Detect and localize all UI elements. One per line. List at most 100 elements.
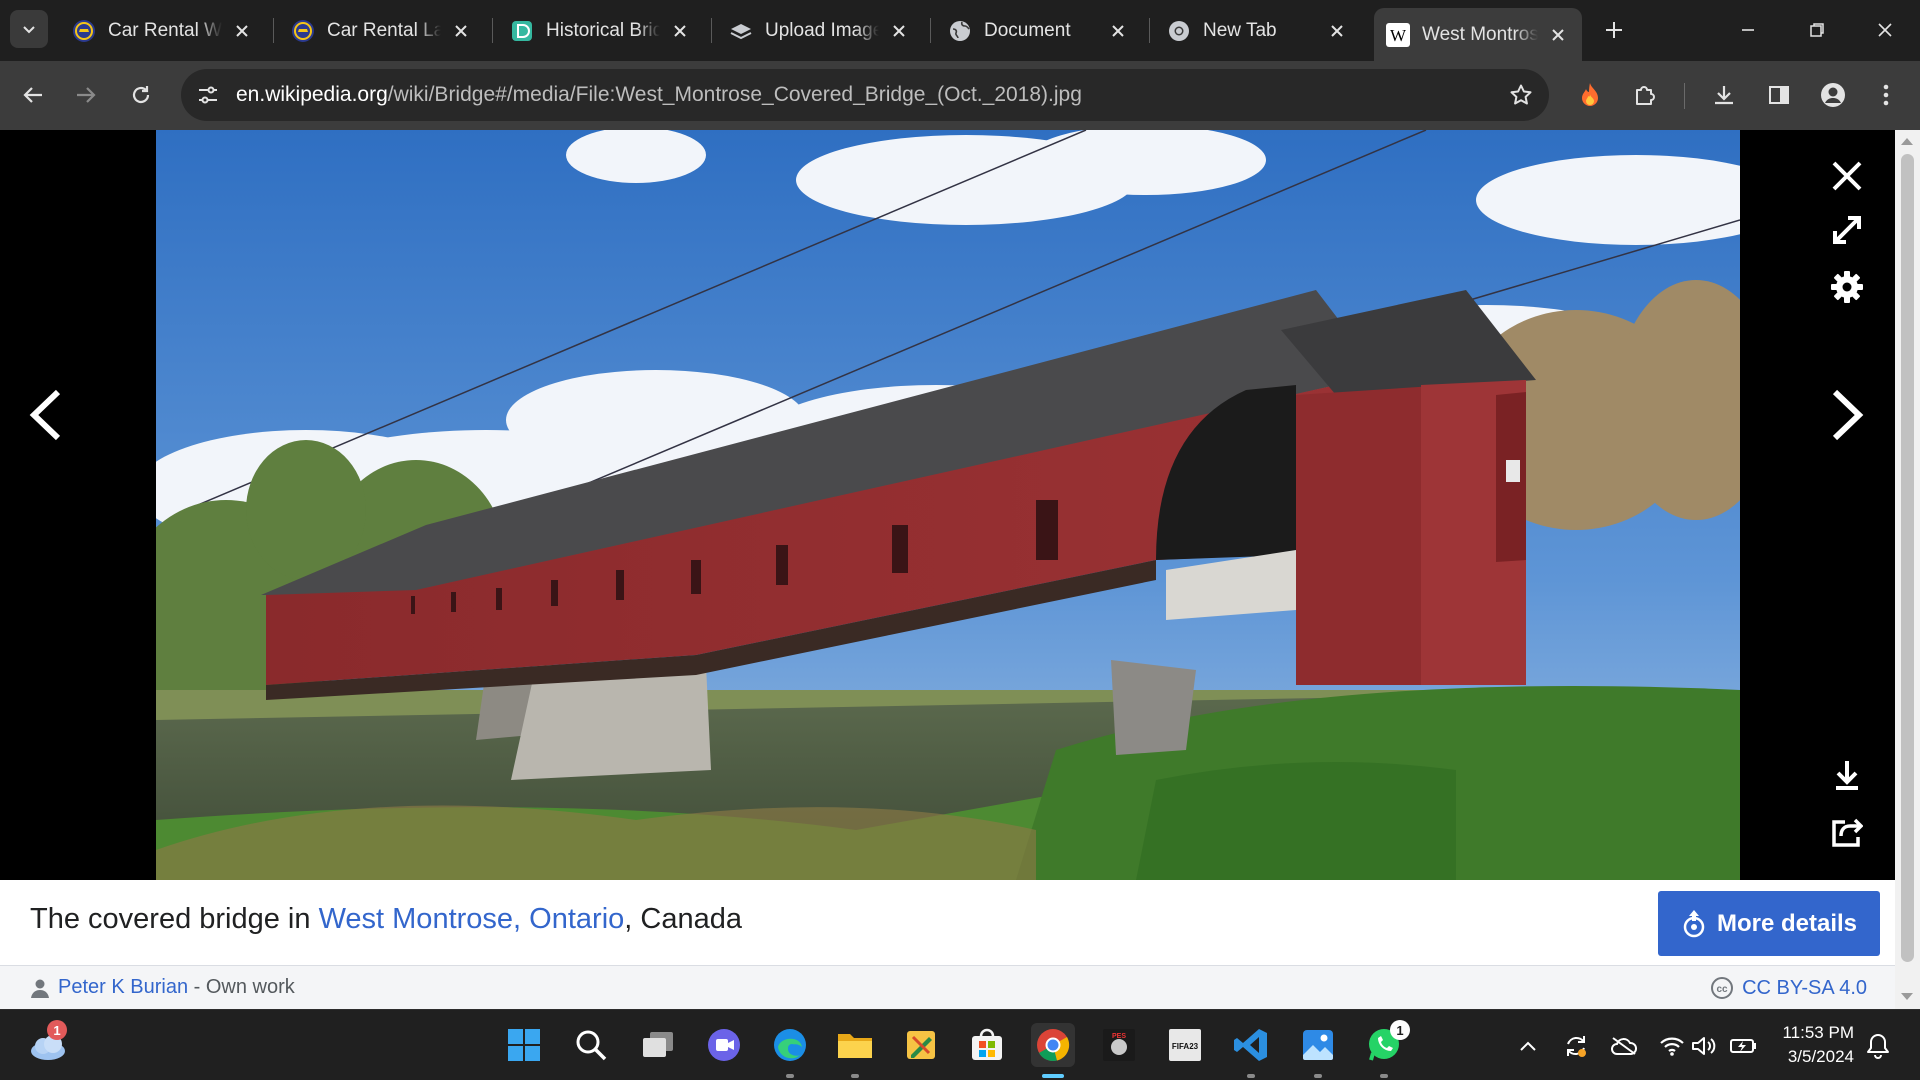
profile-button[interactable] xyxy=(1814,76,1852,114)
tab-label: New Tab xyxy=(1203,19,1277,41)
search-icon xyxy=(576,1030,607,1061)
extensions-button[interactable] xyxy=(1626,76,1664,114)
fullscreen-button[interactable] xyxy=(1827,210,1867,250)
chevron-right-icon xyxy=(1832,389,1864,441)
restore-button[interactable] xyxy=(1789,8,1845,52)
next-image-button[interactable] xyxy=(1823,385,1873,445)
minimize-icon xyxy=(1742,29,1754,31)
ontario-link[interactable]: Ontario xyxy=(529,903,624,935)
previous-image-button[interactable] xyxy=(20,385,70,445)
sync-icon xyxy=(1567,1036,1586,1057)
scrollbar-thumb[interactable] xyxy=(1901,154,1914,962)
svg-text:FIFA23: FIFA23 xyxy=(1172,1042,1199,1051)
share-image-button[interactable] xyxy=(1827,812,1867,852)
close-viewer-button[interactable] xyxy=(1827,156,1867,196)
clock-date: 3/5/2024 xyxy=(1787,1047,1854,1066)
volume-tray-icon[interactable] xyxy=(1690,1032,1718,1060)
battery-tray-icon[interactable] xyxy=(1730,1032,1758,1060)
side-panel-button[interactable] xyxy=(1760,76,1798,114)
tab-separator xyxy=(1149,18,1150,43)
page-scrollbar[interactable] xyxy=(1895,130,1920,1009)
notifications-button[interactable] xyxy=(1864,1032,1892,1060)
d-app-favicon-icon xyxy=(510,19,534,43)
scroll-up-arrow-icon[interactable] xyxy=(1901,138,1913,145)
chrome-favicon-icon xyxy=(1167,19,1191,43)
viewer-settings-button[interactable] xyxy=(1827,267,1867,307)
tab-new-tab[interactable]: New Tab xyxy=(1155,8,1361,53)
new-tab-button[interactable] xyxy=(1597,13,1631,47)
search-button[interactable] xyxy=(569,1023,613,1067)
close-icon[interactable] xyxy=(449,19,473,43)
fifa-game-app[interactable]: FIFA23 xyxy=(1163,1023,1207,1067)
taskbar-clock[interactable]: 11:53 PM 3/5/2024 xyxy=(1770,1021,1854,1069)
file-explorer-app[interactable] xyxy=(833,1023,877,1067)
cc-license-icon: cc xyxy=(1711,977,1734,999)
tab-west-montrose[interactable]: W West Montrose Covered Bridge xyxy=(1374,8,1582,61)
tab-historical-bridges[interactable]: Historical Bridges xyxy=(498,8,704,53)
photos-app[interactable] xyxy=(1296,1023,1340,1067)
bookmark-star-icon[interactable] xyxy=(1505,79,1537,111)
download-image-button[interactable] xyxy=(1827,755,1867,795)
wifi-tray-icon[interactable] xyxy=(1658,1032,1686,1060)
wifi-icon xyxy=(1660,1037,1684,1056)
minimize-button[interactable] xyxy=(1720,8,1776,52)
close-window-button[interactable] xyxy=(1857,8,1913,52)
tab-document[interactable]: Document xyxy=(936,8,1142,53)
tab-upload-image[interactable]: Upload Image xyxy=(717,8,923,53)
license-link[interactable]: cc CC BY-SA 4.0 xyxy=(1710,976,1867,1000)
task-view-button[interactable] xyxy=(636,1023,680,1067)
store-app[interactable] xyxy=(965,1023,1009,1067)
url-text[interactable]: en.wikipedia.org/wiki/Bridge#/media/File… xyxy=(236,69,1082,121)
weather-widget[interactable]: 1 xyxy=(26,1020,70,1067)
extension-flame-button[interactable] xyxy=(1571,76,1609,114)
close-icon[interactable] xyxy=(1106,19,1130,43)
close-icon[interactable] xyxy=(1325,19,1349,43)
pencil-tools-icon xyxy=(907,1031,935,1059)
kebab-menu-icon xyxy=(1883,84,1889,106)
edge-icon xyxy=(774,1029,806,1061)
close-icon[interactable] xyxy=(1546,23,1570,47)
sync-tray-icon[interactable] xyxy=(1562,1032,1590,1060)
tab-label: West Montrose Covered Bridge xyxy=(1422,23,1538,45)
edge-app[interactable] xyxy=(768,1023,812,1067)
tab-car-rental-website[interactable]: Car Rental Website xyxy=(60,8,266,53)
start-button[interactable] xyxy=(502,1023,546,1067)
chrome-menu-button[interactable] xyxy=(1867,76,1905,114)
pes-game-icon: PES xyxy=(1103,1029,1135,1061)
author-link[interactable]: Peter K Burian xyxy=(58,976,188,998)
store-bag-icon xyxy=(972,1028,1002,1060)
vscode-app[interactable] xyxy=(1229,1023,1273,1067)
meet-app[interactable] xyxy=(702,1023,746,1067)
show-hidden-icons-button[interactable] xyxy=(1514,1032,1542,1060)
address-bar[interactable]: en.wikipedia.org/wiki/Bridge#/media/File… xyxy=(181,69,1549,121)
whatsapp-app[interactable]: 1 xyxy=(1362,1020,1410,1067)
forward-button[interactable] xyxy=(67,76,105,114)
image-caption: The covered bridge in West Montrose, Ont… xyxy=(30,903,742,936)
close-icon[interactable] xyxy=(668,19,692,43)
onedrive-tray-icon[interactable] xyxy=(1610,1032,1638,1060)
back-button[interactable] xyxy=(14,76,52,114)
west-montrose-link[interactable]: West Montrose, xyxy=(319,903,522,935)
close-icon[interactable] xyxy=(230,19,254,43)
close-icon[interactable] xyxy=(887,19,911,43)
tab-car-rental-landing[interactable]: Car Rental Landing Page xyxy=(279,8,485,53)
url-host: en.wikipedia.org xyxy=(236,83,388,106)
author-suffix: - Own work xyxy=(188,976,295,998)
more-details-button[interactable]: More details xyxy=(1658,891,1880,956)
tab-strip: Car Rental Website Car Rental Landing Pa… xyxy=(0,0,1920,61)
app-running-indicator xyxy=(1314,1074,1322,1078)
puzzle-piece-icon xyxy=(1636,86,1655,105)
reload-button[interactable] xyxy=(122,76,160,114)
scroll-down-arrow-icon[interactable] xyxy=(1901,993,1913,1000)
site-settings-icon[interactable] xyxy=(193,81,223,109)
arrow-right-icon xyxy=(77,87,96,103)
pes-game-app[interactable]: PES xyxy=(1097,1023,1141,1067)
downloads-button[interactable] xyxy=(1705,76,1743,114)
chrome-app[interactable] xyxy=(1031,1023,1075,1067)
gear-icon xyxy=(1831,271,1863,303)
media-caption-bar: The covered bridge in West Montrose, Ont… xyxy=(0,880,1895,965)
pencil-app[interactable] xyxy=(899,1023,943,1067)
chrome-icon xyxy=(1037,1029,1070,1062)
tab-search-button[interactable] xyxy=(10,10,48,48)
license-label: CC BY-SA 4.0 xyxy=(1742,976,1867,999)
